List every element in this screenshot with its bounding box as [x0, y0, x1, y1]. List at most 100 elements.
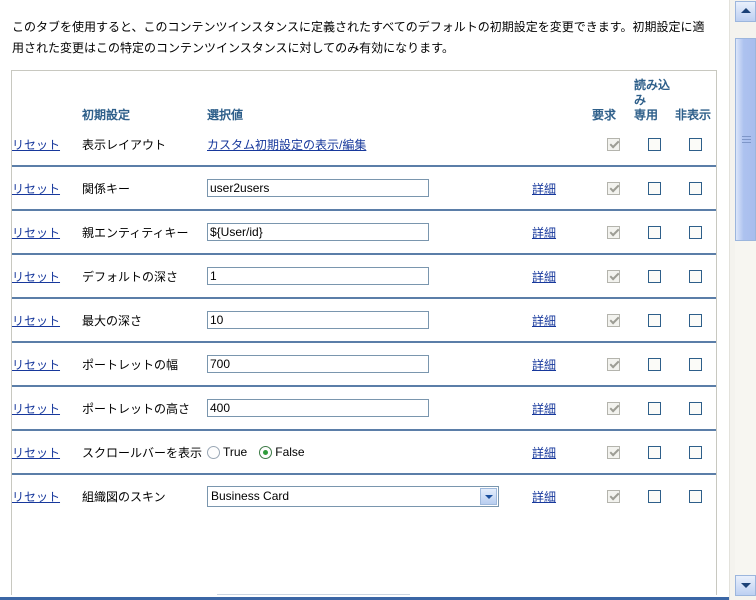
required-checkbox [606, 226, 620, 240]
scroll-down-button[interactable] [735, 575, 756, 596]
required-checkbox-cell [592, 473, 634, 517]
column-header-readonly: 読み込 み 専用 [634, 71, 675, 123]
table-row: リセット デフォルトの深さ 詳細 [12, 253, 716, 298]
hidden-checkbox[interactable] [689, 446, 702, 460]
readonly-checkbox[interactable] [648, 446, 661, 460]
table-row: リセット 最大の深さ 詳細 [12, 297, 716, 342]
preference-text-input[interactable] [207, 311, 429, 329]
preference-text-input[interactable] [207, 355, 429, 373]
required-checkbox-cell [592, 341, 634, 386]
column-header-hidden: 非表示 [675, 108, 712, 122]
column-header-readonly-line1: 読み込 [634, 78, 671, 92]
readonly-checkbox[interactable] [648, 182, 661, 196]
required-checkbox-cell [592, 165, 634, 210]
hidden-checkbox[interactable] [689, 270, 702, 284]
preference-value-cell: True False [207, 429, 532, 474]
preferences-rows: リセット表示レイアウトカスタム初期設定の表示/編集リセット関係キー詳細リセット親… [12, 123, 716, 517]
detail-link[interactable]: 詳細 [532, 270, 556, 284]
detail-link[interactable]: 詳細 [532, 402, 556, 416]
scrollbar-track[interactable] [735, 241, 756, 575]
preference-label: 親エンティティキー [82, 209, 207, 254]
hidden-checkbox-cell [675, 297, 716, 342]
reset-link[interactable]: リセット [12, 226, 60, 240]
hidden-checkbox-cell [675, 429, 716, 474]
radio-true[interactable] [207, 445, 220, 459]
required-checkbox-cell [592, 253, 634, 298]
hidden-checkbox[interactable] [689, 358, 702, 372]
preference-text-input[interactable] [207, 399, 429, 417]
detail-link[interactable]: 詳細 [532, 182, 556, 196]
intro-description: このタブを使用すると、このコンテンツインスタンスに定義されたすべてのデフォルトの… [12, 20, 705, 55]
scrollbar-thumb[interactable] [735, 38, 756, 241]
column-header-readonly-line3: 専用 [634, 108, 659, 122]
readonly-checkbox-cell [634, 473, 675, 517]
scroll-up-button[interactable] [735, 1, 756, 22]
readonly-checkbox[interactable] [648, 270, 661, 284]
hidden-checkbox-cell [675, 253, 716, 298]
radio-false[interactable] [259, 445, 273, 459]
reset-cell: リセット [12, 341, 82, 386]
readonly-checkbox-cell [634, 297, 675, 342]
skin-select[interactable]: Business Card [207, 485, 499, 507]
hidden-checkbox[interactable] [689, 226, 702, 240]
table-row: リセット 組織図のスキン Business Card 詳細 [12, 473, 716, 517]
readonly-checkbox[interactable] [648, 314, 661, 328]
reset-link[interactable]: リセット [12, 490, 60, 504]
detail-link[interactable]: 詳細 [532, 358, 556, 372]
required-checkbox [606, 490, 620, 504]
column-header-preference: 初期設定 [82, 108, 131, 122]
required-checkbox-cell [592, 123, 634, 166]
readonly-checkbox[interactable] [648, 358, 661, 372]
reset-link[interactable]: リセット [12, 138, 60, 152]
preference-radio-group: True False [207, 445, 532, 459]
required-checkbox [606, 402, 620, 416]
detail-link[interactable]: 詳細 [532, 226, 556, 240]
detail-cell [532, 123, 592, 166]
chevron-down-icon[interactable] [480, 487, 497, 505]
detail-link[interactable]: 詳細 [532, 314, 556, 328]
preference-value-cell [207, 385, 532, 430]
readonly-checkbox[interactable] [648, 402, 661, 416]
hidden-checkbox-cell [675, 473, 716, 517]
detail-cell: 詳細 [532, 209, 592, 254]
preference-text-input[interactable] [207, 267, 429, 285]
preferences-table: 初期設定 選択値 要求 読み込 み 専用 非表示 リセット 表示レイアウト カスタム… [12, 71, 716, 517]
reset-link[interactable]: リセット [12, 402, 60, 416]
reset-link[interactable]: リセット [12, 446, 60, 460]
readonly-checkbox-cell [634, 123, 675, 166]
readonly-checkbox[interactable] [648, 138, 661, 152]
required-checkbox-cell [592, 297, 634, 342]
column-header-readonly-line2: み [634, 93, 647, 107]
reset-cell: リセット [12, 297, 82, 342]
vertical-scrollbar[interactable] [729, 0, 756, 600]
readonly-checkbox-cell [634, 429, 675, 474]
required-checkbox-cell [592, 385, 634, 430]
detail-cell: 詳細 [532, 297, 592, 342]
hidden-checkbox[interactable] [689, 490, 702, 504]
hidden-checkbox[interactable] [689, 402, 702, 416]
reset-cell: リセット [12, 385, 82, 430]
preference-value-cell: Business Card [207, 473, 532, 517]
hidden-checkbox[interactable] [689, 182, 702, 196]
readonly-checkbox[interactable] [648, 226, 661, 240]
readonly-checkbox[interactable] [648, 490, 661, 504]
reset-link[interactable]: リセット [12, 270, 60, 284]
reset-link[interactable]: リセット [12, 314, 60, 328]
hidden-checkbox[interactable] [689, 314, 702, 328]
preference-text-input[interactable] [207, 223, 429, 241]
reset-link[interactable]: リセット [12, 182, 60, 196]
preference-text-input[interactable] [207, 179, 429, 197]
hidden-checkbox-cell [675, 341, 716, 386]
detail-cell: 詳細 [532, 385, 592, 430]
detail-cell: 詳細 [532, 165, 592, 210]
custom-preferences-link[interactable]: カスタム初期設定の表示/編集 [207, 138, 366, 152]
detail-link[interactable]: 詳細 [532, 490, 556, 504]
table-row: リセット 親エンティティキー 詳細 [12, 209, 716, 254]
readonly-checkbox-cell [634, 209, 675, 254]
hidden-checkbox[interactable] [689, 138, 702, 152]
detail-link[interactable]: 詳細 [532, 446, 556, 460]
reset-link[interactable]: リセット [12, 358, 60, 372]
scroll-thumb-grip-icon [742, 135, 751, 144]
preference-value-cell [207, 297, 532, 342]
readonly-checkbox-cell [634, 385, 675, 430]
